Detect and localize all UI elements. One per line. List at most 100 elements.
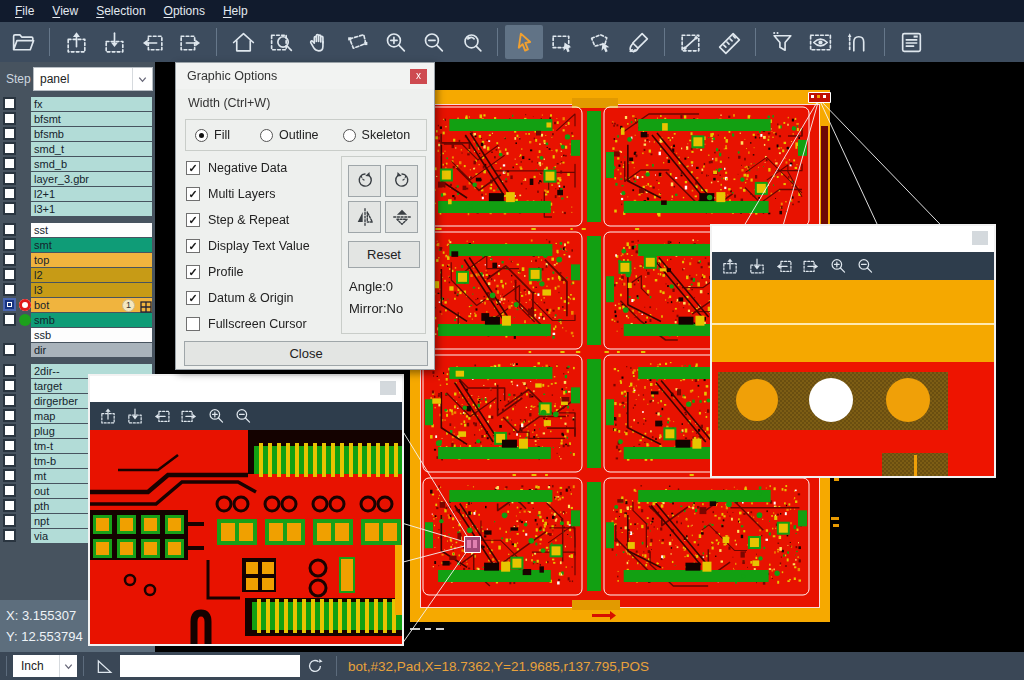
zoom-in-button[interactable]: [202, 404, 229, 428]
layer-checkbox[interactable]: [3, 364, 16, 377]
step-right-button[interactable]: [171, 25, 209, 59]
step-up-button[interactable]: [716, 254, 743, 278]
clean-button[interactable]: [619, 25, 657, 59]
layer-checkbox[interactable]: [3, 424, 16, 437]
menu-selection[interactable]: Selection: [87, 1, 154, 21]
chevron-down-icon[interactable]: [132, 68, 152, 90]
zoom-window-view[interactable]: [712, 280, 994, 476]
layer-checkbox[interactable]: [3, 97, 16, 110]
view-filter-button[interactable]: [801, 25, 839, 59]
rotate-ccw-button[interactable]: [385, 165, 418, 197]
layer-checkbox[interactable]: [3, 409, 16, 422]
layer-checkbox[interactable]: [3, 529, 16, 542]
menu-options[interactable]: Options: [155, 1, 214, 21]
reset-button[interactable]: Reset: [348, 241, 420, 268]
layer-checkbox[interactable]: [3, 514, 16, 527]
layer-checkbox[interactable]: [3, 379, 16, 392]
step-combo[interactable]: panel: [33, 67, 153, 91]
checkbox-box[interactable]: ✓: [186, 239, 200, 253]
select-polygon-button[interactable]: [581, 25, 619, 59]
zoom-window-title-bar[interactable]: [712, 226, 994, 252]
layer-checkbox[interactable]: [3, 112, 16, 125]
checkbox-box[interactable]: ✓: [186, 291, 200, 305]
report-button[interactable]: [892, 25, 930, 59]
dialog-title-bar[interactable]: Graphic Options x: [176, 63, 434, 89]
view-shape-button[interactable]: [338, 25, 376, 59]
checkbox-step-repeat[interactable]: ✓Step & Repeat: [186, 207, 336, 233]
snap-corner-icon[interactable]: [92, 654, 118, 678]
zoom-in-button[interactable]: [824, 254, 851, 278]
layer-checkbox[interactable]: [3, 127, 16, 140]
layer-label[interactable]: smd_b: [31, 157, 152, 171]
layer-label[interactable]: l3+1: [31, 202, 152, 216]
window-button[interactable]: [972, 231, 988, 245]
measure-button[interactable]: [672, 25, 710, 59]
layer-checkbox[interactable]: [3, 298, 16, 311]
layer-checkbox[interactable]: [3, 499, 16, 512]
open-file-button[interactable]: [4, 25, 42, 59]
layer-checkbox[interactable]: [3, 313, 16, 326]
layer-label[interactable]: smt: [31, 238, 152, 252]
layer-label[interactable]: l2+1: [31, 187, 152, 201]
checkbox-negative-data[interactable]: ✓Negative Data: [186, 155, 336, 181]
checkbox-multi-layers[interactable]: ✓Multi Layers: [186, 181, 336, 207]
step-up-button[interactable]: [94, 404, 121, 428]
radio-skeleton[interactable]: Skeleton: [343, 128, 411, 142]
layer-label[interactable]: dir: [31, 343, 152, 357]
close-button[interactable]: Close: [184, 341, 428, 366]
chevron-down-icon[interactable]: [59, 655, 77, 677]
radio-outline[interactable]: Outline: [260, 128, 319, 142]
layer-label[interactable]: layer_3.gbr: [31, 172, 152, 186]
layer-label[interactable]: bfsmt: [31, 112, 152, 126]
mirror-h-button[interactable]: [348, 201, 381, 233]
zoom-window-title-bar[interactable]: [90, 376, 402, 402]
step-right-button[interactable]: [175, 404, 202, 428]
layer-label[interactable]: bfsmb: [31, 127, 152, 141]
layer-label[interactable]: top: [31, 253, 152, 267]
checkbox-box[interactable]: ✓: [186, 161, 200, 175]
zoom-home-button[interactable]: [224, 25, 262, 59]
pan-button[interactable]: [300, 25, 338, 59]
select-button[interactable]: [505, 25, 543, 59]
radio-circle[interactable]: [260, 129, 273, 142]
checkbox-datum-origin[interactable]: ✓Datum & Origin: [186, 285, 336, 311]
layer-checkbox[interactable]: [3, 283, 16, 296]
radio-circle[interactable]: [195, 129, 208, 142]
menu-file[interactable]: File: [6, 1, 43, 21]
layer-checkbox[interactable]: [3, 202, 16, 215]
export-step-up-button[interactable]: [57, 25, 95, 59]
import-step-down-button[interactable]: [95, 25, 133, 59]
layer-label[interactable]: l3: [31, 283, 152, 297]
checkbox-box[interactable]: ✓: [186, 187, 200, 201]
step-down-button[interactable]: [121, 404, 148, 428]
checkbox-box[interactable]: [186, 317, 200, 331]
rotate-cw-button[interactable]: [348, 165, 381, 197]
checkbox-fullscreen-cursor[interactable]: Fullscreen Cursor: [186, 311, 336, 337]
layer-checkbox[interactable]: [3, 469, 16, 482]
layer-checkbox[interactable]: [3, 238, 16, 251]
layer-checkbox[interactable]: [3, 268, 16, 281]
layer-checkbox[interactable]: [3, 187, 16, 200]
step-left-button[interactable]: [770, 254, 797, 278]
close-icon[interactable]: x: [410, 69, 427, 84]
sync-icon[interactable]: [302, 654, 328, 678]
step-right-button[interactable]: [797, 254, 824, 278]
layer-label[interactable]: fx: [31, 97, 152, 111]
layer-checkbox[interactable]: [3, 142, 16, 155]
window-button[interactable]: [380, 381, 396, 395]
layer-label[interactable]: smd_t: [31, 142, 152, 156]
menu-help[interactable]: Help: [214, 1, 257, 21]
filter-button[interactable]: [763, 25, 801, 59]
layer-checkbox[interactable]: [3, 253, 16, 266]
layer-checkbox[interactable]: [3, 454, 16, 467]
zoom-previous-button[interactable]: [452, 25, 490, 59]
checkbox-display-text-value[interactable]: ✓Display Text Value: [186, 233, 336, 259]
zoom-window-button[interactable]: [262, 25, 300, 59]
step-left-button[interactable]: [148, 404, 175, 428]
zoom-out-button[interactable]: [229, 404, 256, 428]
checkbox-profile[interactable]: ✓Profile: [186, 259, 336, 285]
layer-checkbox[interactable]: [3, 157, 16, 170]
zoom-window-view[interactable]: [90, 430, 402, 644]
layer-checkbox[interactable]: [3, 172, 16, 185]
layer-checkbox[interactable]: [3, 394, 16, 407]
